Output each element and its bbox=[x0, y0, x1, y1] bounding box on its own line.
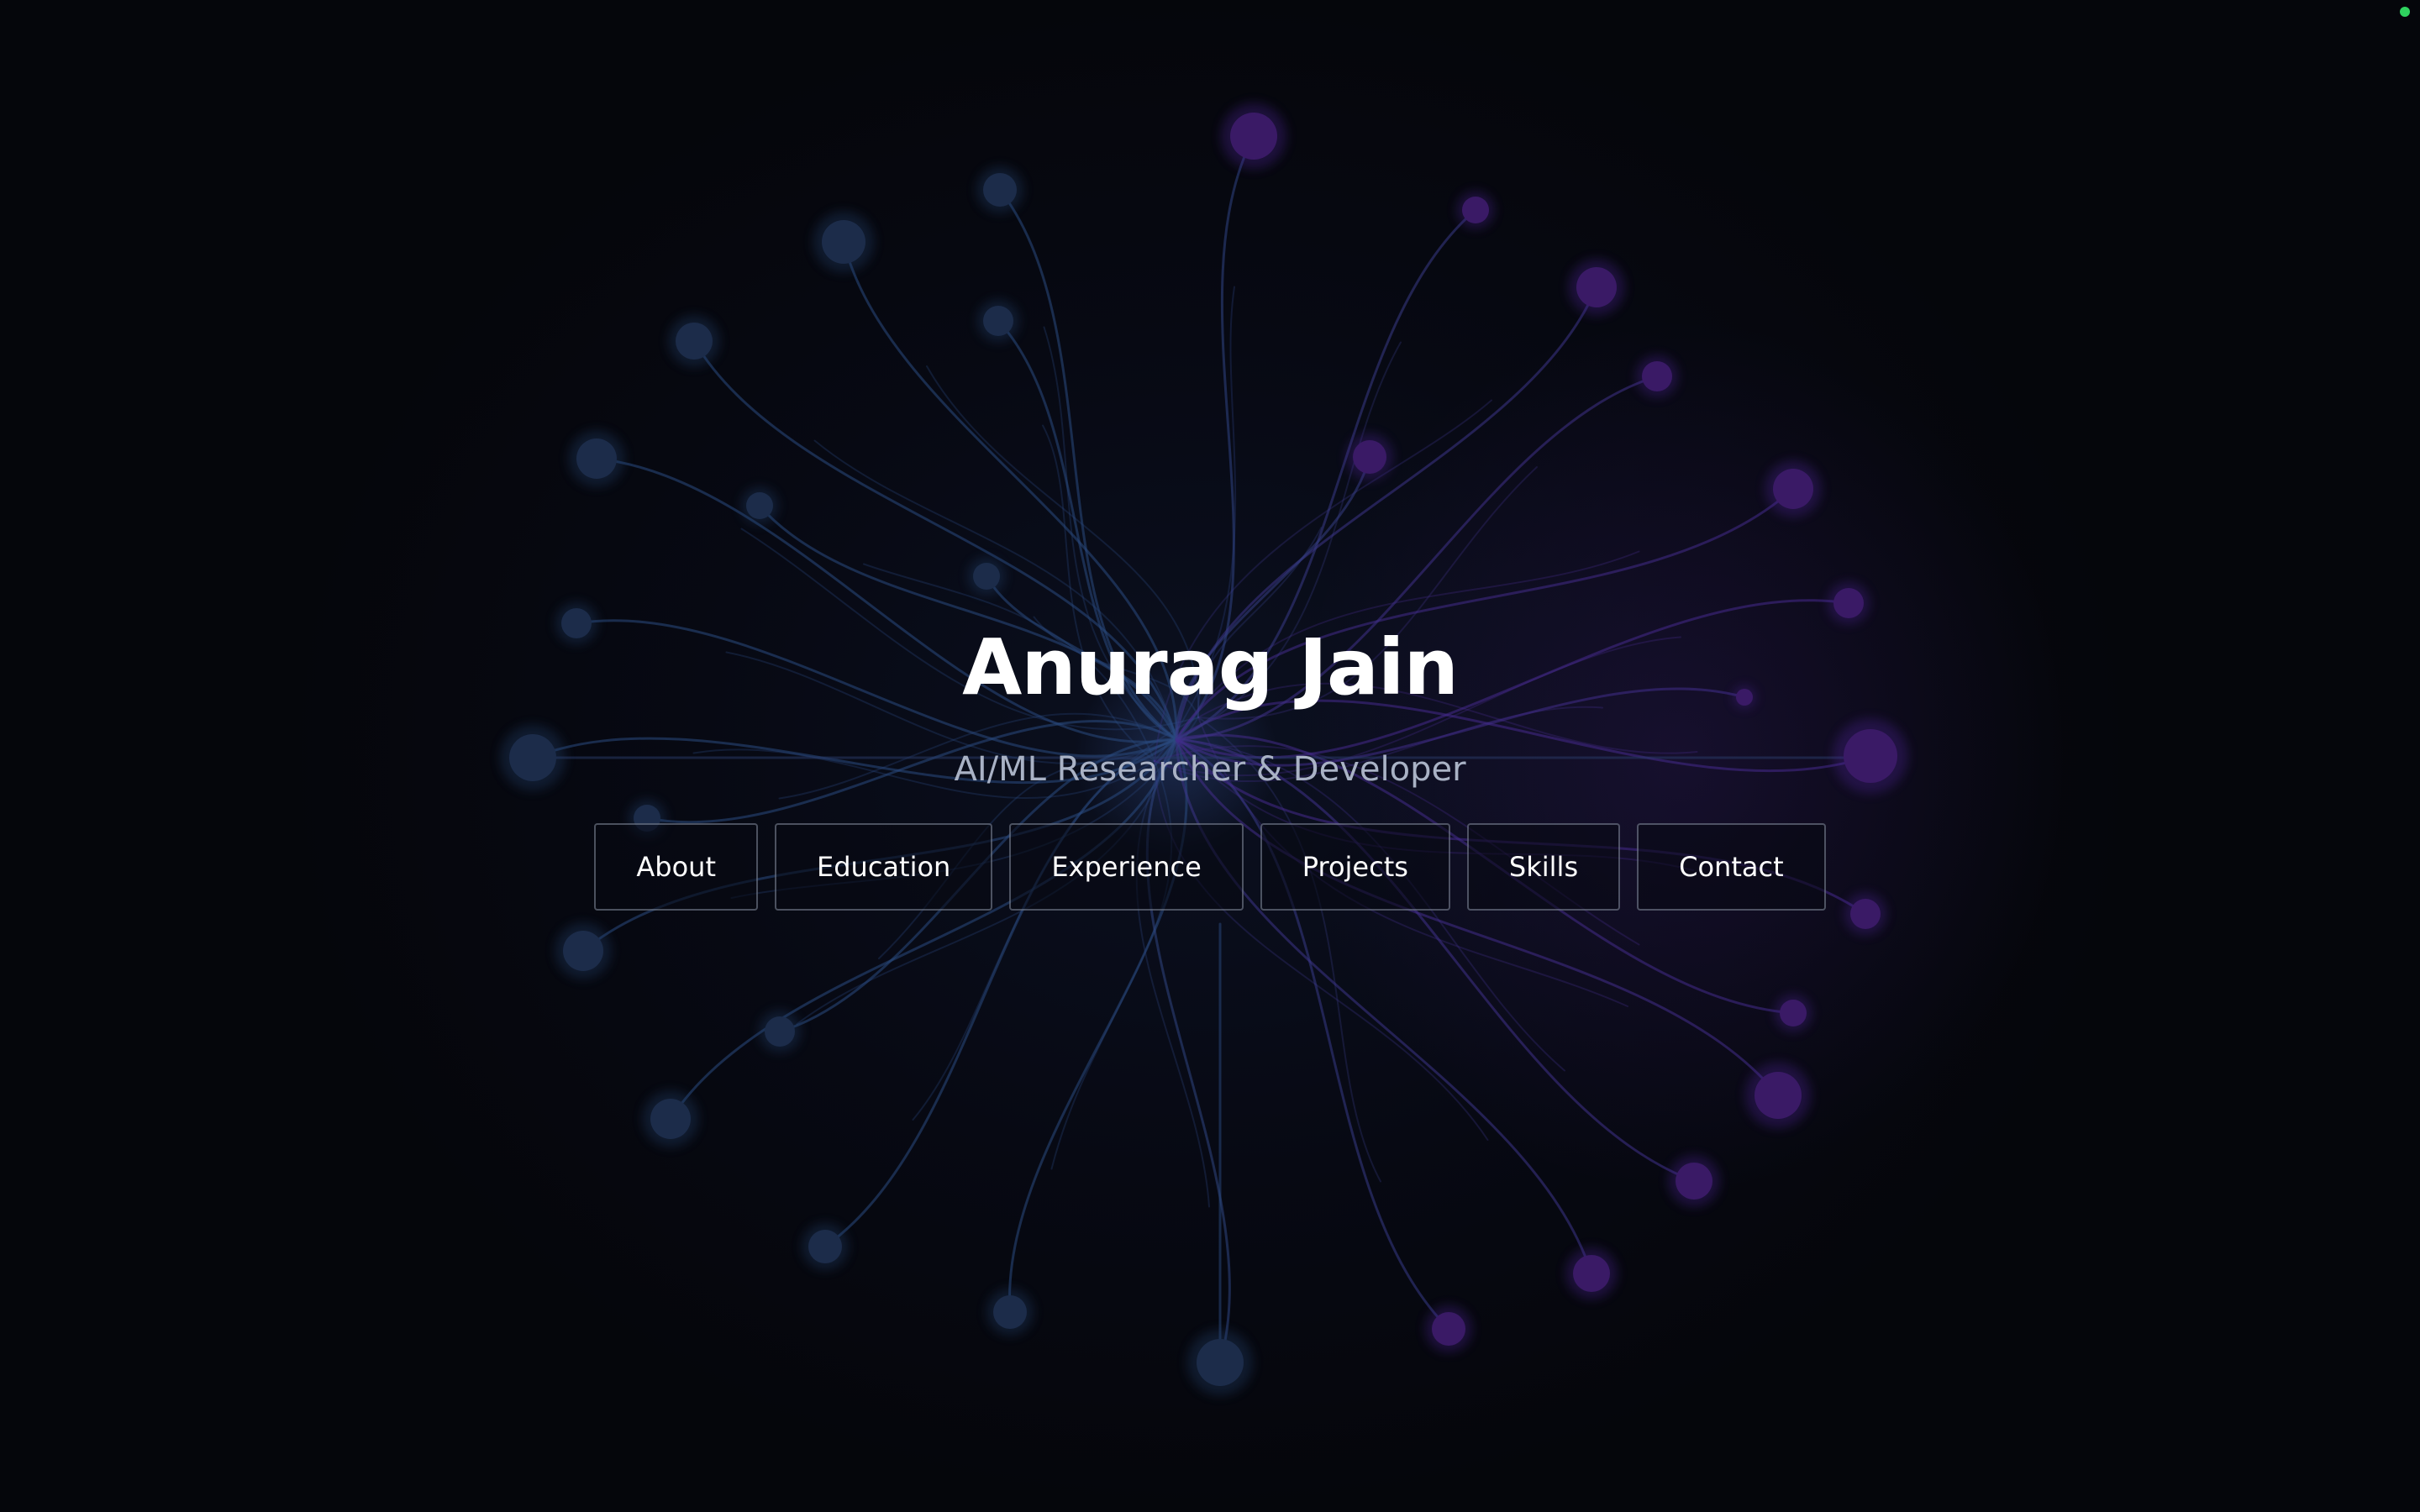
page-title: Anurag Jain bbox=[962, 622, 1459, 712]
nav-contact-button[interactable]: Contact bbox=[1637, 823, 1826, 911]
nav-education-button[interactable]: Education bbox=[775, 823, 993, 911]
main-nav: About Education Experience Projects Skil… bbox=[0, 823, 2420, 911]
landing-page: Anurag Jain AI/ML Researcher & Developer… bbox=[0, 0, 2420, 1512]
nav-projects-button[interactable]: Projects bbox=[1260, 823, 1450, 911]
nav-skills-button[interactable]: Skills bbox=[1466, 823, 1621, 911]
hero-section: Anurag Jain AI/ML Researcher & Developer… bbox=[0, 0, 2420, 1512]
page-subtitle: AI/ML Researcher & Developer bbox=[954, 750, 1466, 789]
nav-experience-button[interactable]: Experience bbox=[1009, 823, 1244, 911]
status-indicator-dot bbox=[2400, 7, 2410, 17]
nav-about-button[interactable]: About bbox=[594, 823, 758, 911]
